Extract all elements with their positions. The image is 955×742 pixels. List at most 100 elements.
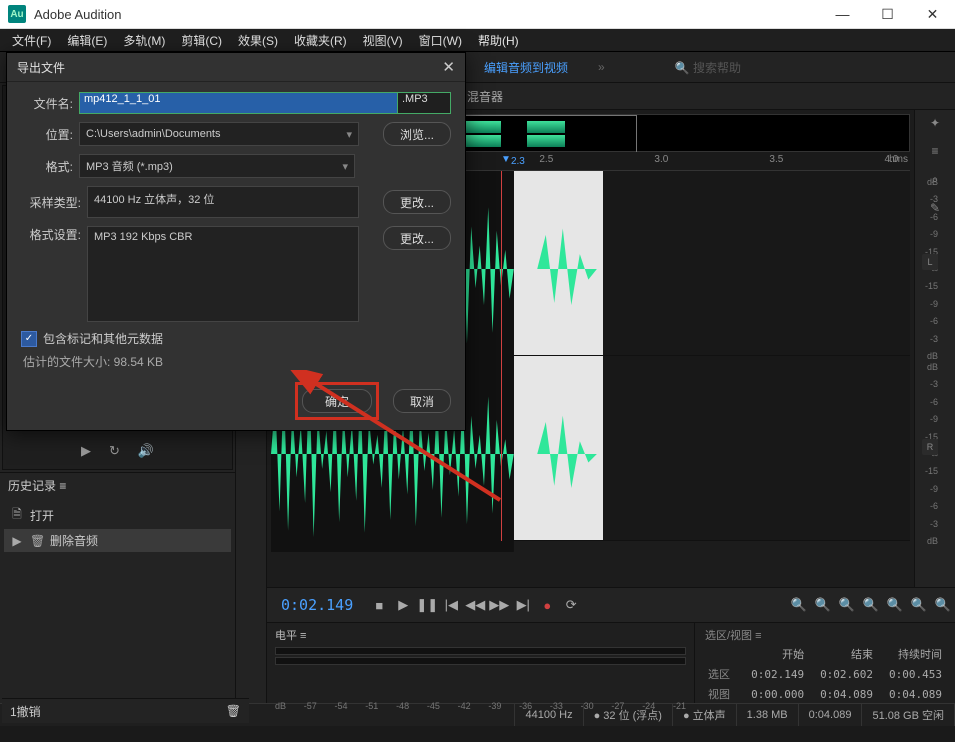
- menu-clip[interactable]: 剪辑(C): [173, 30, 230, 51]
- prev-button[interactable]: |◀: [439, 597, 463, 613]
- ruler-unit: hms: [889, 154, 908, 165]
- loop-button[interactable]: ⟳: [559, 597, 583, 613]
- col-start: 开始: [738, 645, 805, 663]
- menu-effects[interactable]: 效果(S): [230, 30, 286, 51]
- zoom-button[interactable]: 🔍: [931, 597, 955, 613]
- next-button[interactable]: ▶|: [511, 597, 535, 613]
- menu-file[interactable]: 文件(F): [4, 30, 59, 51]
- ok-button[interactable]: 确定: [302, 389, 372, 413]
- status-sample-rate: 44100 Hz: [515, 704, 583, 726]
- filename-ext[interactable]: .MP3: [398, 92, 451, 114]
- tab-mixer[interactable]: 混音器: [467, 88, 503, 105]
- stop-button[interactable]: ■: [367, 598, 391, 613]
- history-panel: 历史记录 ≡ 🗎 打开 ▶ 🗑 删除音频: [0, 472, 235, 703]
- menu-edit[interactable]: 编辑(E): [59, 30, 115, 51]
- menu-multitrack[interactable]: 多轨(M): [115, 30, 173, 51]
- ffwd-button[interactable]: ▶▶: [487, 597, 511, 613]
- history-item-delete-audio[interactable]: ▶ 🗑 删除音频: [4, 529, 231, 552]
- levels-panel: 电平 ≡ dB-57-54-51-48-45-42-39-36-33-30-27…: [267, 623, 695, 703]
- workspace-more[interactable]: »: [598, 60, 605, 74]
- col-end: 结束: [807, 645, 874, 663]
- history-panel-title[interactable]: 历史记录 ≡: [0, 473, 235, 498]
- window-maximize-button[interactable]: ☐: [865, 0, 910, 28]
- estimated-file-size: 估计的文件大小: 98.54 KB: [23, 353, 451, 370]
- menu-view[interactable]: 视图(V): [355, 30, 411, 51]
- filename-input[interactable]: mp412_1_1_01: [79, 92, 398, 114]
- location-select[interactable]: C:\Users\admin\Documents▾: [79, 122, 359, 146]
- selection-view-title[interactable]: 选区/视图 ≡: [705, 627, 945, 643]
- ruler-mark: 2.5: [539, 154, 553, 165]
- ruler-mark: 3.5: [769, 154, 783, 165]
- status-channels: ● 立体声: [673, 704, 737, 726]
- history-item-label: 打开: [30, 507, 54, 524]
- zoom-button[interactable]: 🔍: [907, 597, 931, 613]
- workspace-edit-audio-to-video[interactable]: 编辑音频到视频: [484, 59, 568, 76]
- view-end-value[interactable]: 0:04.089: [807, 685, 874, 703]
- menu-help[interactable]: 帮助(H): [470, 30, 527, 51]
- media-controls: ▶ ↻ 🔊: [3, 436, 232, 466]
- tool-icon[interactable]: ≡: [931, 144, 938, 158]
- dialog-close-button[interactable]: ✕: [442, 58, 455, 76]
- include-metadata-checkbox[interactable]: ✓ 包含标记和其他元数据: [21, 330, 451, 347]
- include-metadata-label: 包含标记和其他元数据: [43, 330, 163, 347]
- document-icon: 🗎: [10, 505, 24, 526]
- app-icon: Au: [8, 5, 26, 23]
- format-select[interactable]: MP3 音频 (*.mp3)▾: [79, 154, 355, 178]
- selection-view-panel: 选区/视图 ≡ 开始 结束 持续时间 选区 0:02.149 0:02.602 …: [695, 623, 955, 703]
- selection-row: 选区 0:02.149 0:02.602 0:00.453: [707, 665, 943, 683]
- history-item-label: 删除音频: [50, 532, 98, 549]
- tool-icon[interactable]: ✦: [930, 116, 940, 130]
- loop-icon[interactable]: ↻: [109, 443, 120, 459]
- zoom-button[interactable]: 🔍: [859, 597, 883, 613]
- browse-button[interactable]: 浏览...: [383, 122, 451, 146]
- play-button[interactable]: ▶: [391, 597, 415, 613]
- channel-badge-right[interactable]: R: [922, 439, 938, 455]
- window-close-button[interactable]: ✕: [910, 0, 955, 28]
- menu-window[interactable]: 窗口(W): [411, 30, 470, 51]
- history-item-open[interactable]: 🗎 打开: [4, 502, 231, 529]
- ruler-mark: 3.0: [654, 154, 668, 165]
- zoom-button[interactable]: 🔍: [883, 597, 907, 613]
- view-row: 视图 0:00.000 0:04.089 0:04.089: [707, 685, 943, 703]
- volume-icon[interactable]: 🔊: [138, 443, 154, 459]
- history-footer: 1撤销 🗑: [2, 698, 249, 723]
- format-label: 格式:: [21, 158, 73, 175]
- status-disk-free: 51.08 GB 空闲: [862, 704, 955, 726]
- search-icon: 🔍: [675, 61, 690, 75]
- record-button[interactable]: ●: [535, 598, 559, 613]
- channel-badge-left[interactable]: L: [922, 254, 938, 270]
- selection-start-value[interactable]: 0:02.149: [738, 665, 805, 683]
- current-time-display[interactable]: 0:02.149: [267, 596, 367, 614]
- transport-bar: 0:02.149 ■ ▶ ❚❚ |◀ ◀◀ ▶▶ ▶| ● ⟳ 🔍 🔍 🔍 🔍 …: [267, 587, 955, 622]
- location-label: 位置:: [21, 126, 73, 143]
- play-icon[interactable]: ▶: [81, 443, 91, 459]
- window-minimize-button[interactable]: —: [820, 0, 865, 28]
- playhead-line[interactable]: [501, 171, 502, 541]
- playhead-marker[interactable]: ▼2.3: [501, 154, 511, 165]
- change-sample-type-button[interactable]: 更改...: [383, 190, 451, 214]
- cancel-button[interactable]: 取消: [393, 389, 451, 413]
- checkbox-checked-icon: ✓: [21, 331, 37, 347]
- help-search[interactable]: 🔍 搜索帮助: [675, 59, 741, 76]
- chevron-down-icon: ▾: [346, 128, 352, 141]
- zoom-button[interactable]: 🔍: [835, 597, 859, 613]
- change-format-settings-button[interactable]: 更改...: [383, 226, 451, 250]
- status-duration: 0:04.089: [799, 704, 863, 726]
- zoom-button[interactable]: 🔍: [811, 597, 835, 613]
- selection-end-value[interactable]: 0:02.602: [807, 665, 874, 683]
- zoom-button[interactable]: 🔍: [787, 597, 811, 613]
- help-search-placeholder: 搜索帮助: [693, 61, 741, 75]
- status-bit-depth: ● 32 位 (浮点): [584, 704, 673, 726]
- sample-type-label: 采样类型:: [21, 194, 81, 211]
- sample-type-value: 44100 Hz 立体声，32 位: [87, 186, 359, 218]
- view-start-value[interactable]: 0:00.000: [738, 685, 805, 703]
- menu-favorites[interactable]: 收藏夹(R): [286, 30, 355, 51]
- annotation-highlight: 确定: [295, 382, 379, 420]
- view-duration-value[interactable]: 0:04.089: [876, 685, 943, 703]
- levels-panel-title[interactable]: 电平 ≡: [275, 627, 686, 643]
- app-title: Adobe Audition: [34, 7, 820, 22]
- pause-button[interactable]: ❚❚: [415, 597, 439, 613]
- rewind-button[interactable]: ◀◀: [463, 597, 487, 613]
- selection-duration-value[interactable]: 0:00.453: [876, 665, 943, 683]
- trash-icon[interactable]: 🗑: [226, 704, 241, 718]
